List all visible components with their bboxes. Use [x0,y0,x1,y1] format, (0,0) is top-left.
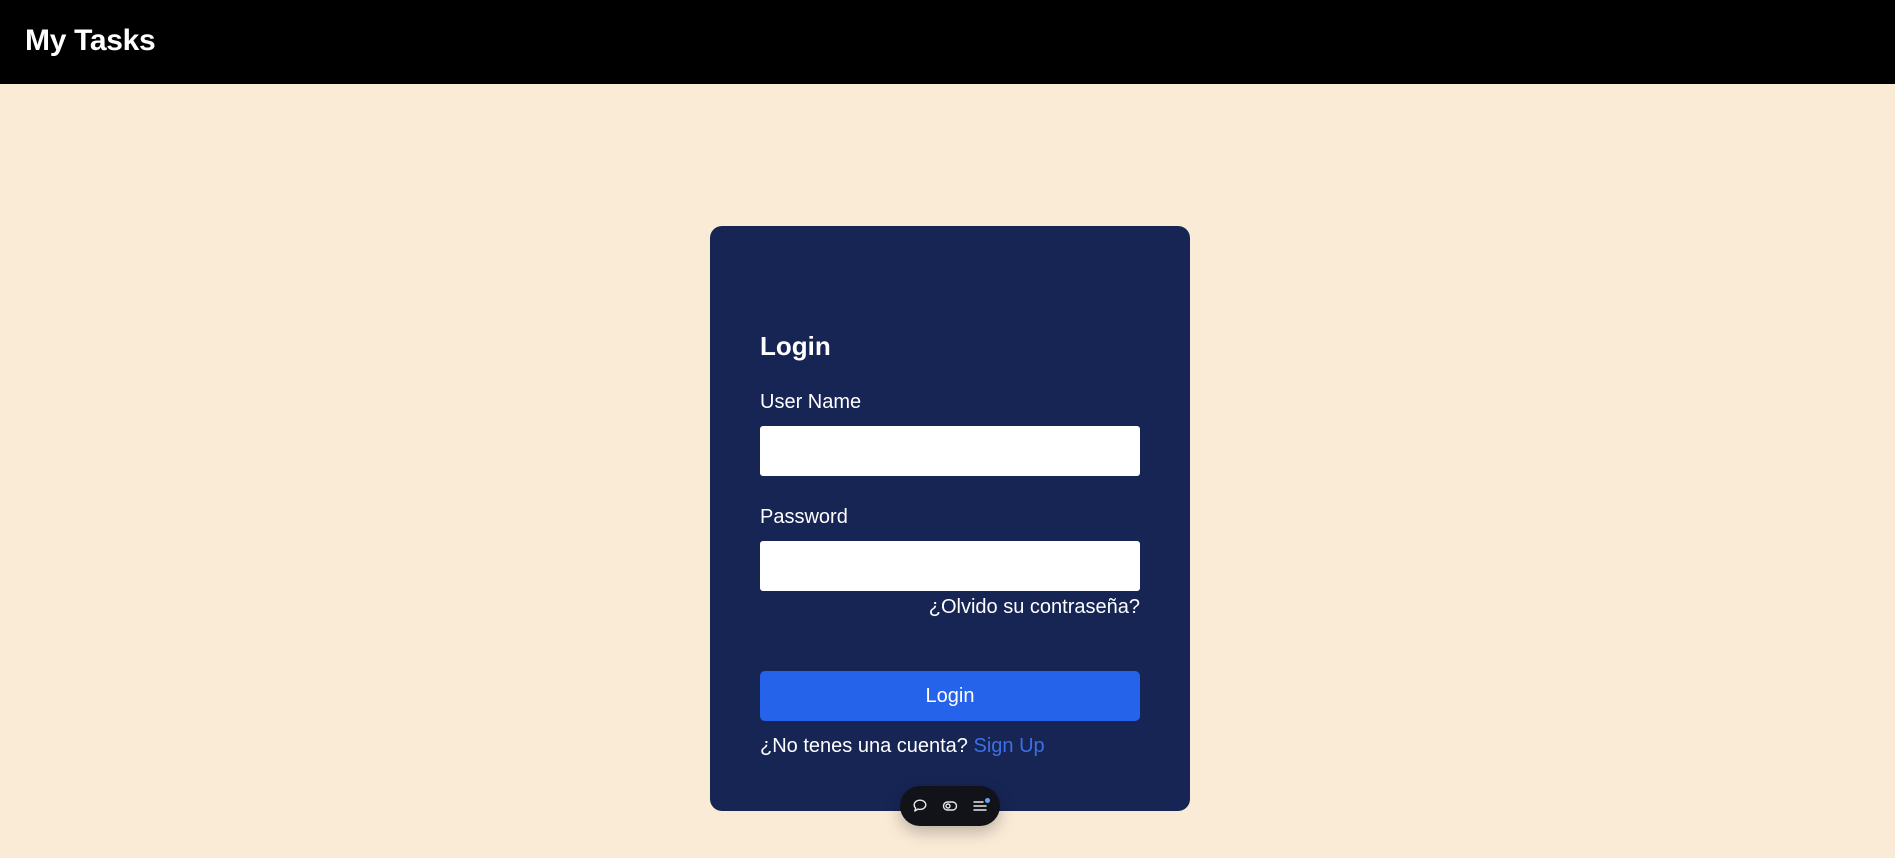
forgot-password-link[interactable]: ¿Olvido su contraseña? [929,594,1140,620]
toggle-eye-icon[interactable] [942,798,959,815]
signup-prompt: ¿No tenes una cuenta? [760,735,968,757]
signup-link[interactable]: Sign Up [973,735,1044,757]
username-label: User Name [760,391,862,413]
login-card: Login User Name Password ¿Olvido su cont… [710,226,1190,811]
login-button[interactable]: Login [760,671,1140,721]
app-title[interactable]: My Tasks [25,22,156,60]
floating-toolbar [900,786,1000,826]
password-label: Password [760,506,848,528]
notification-dot [984,797,990,803]
chat-bubble-icon[interactable] [912,798,929,815]
top-navbar: My Tasks [0,0,1895,84]
menu-list-icon[interactable] [972,797,990,815]
login-heading: Login [760,331,831,361]
username-input[interactable] [760,426,1140,476]
password-input[interactable] [760,541,1140,591]
signup-row: ¿No tenes una cuenta? Sign Up [760,733,1045,759]
